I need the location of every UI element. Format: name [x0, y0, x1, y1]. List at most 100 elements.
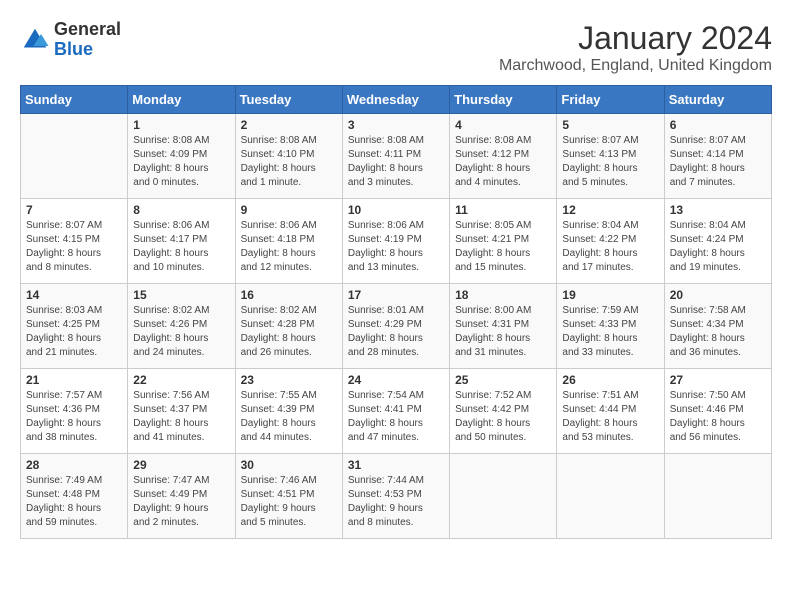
day-info: Sunrise: 7:50 AM Sunset: 4:46 PM Dayligh…	[670, 389, 766, 445]
calendar-cell	[450, 454, 557, 539]
day-info: Sunrise: 7:58 AM Sunset: 4:34 PM Dayligh…	[670, 304, 766, 360]
day-info: Sunrise: 8:07 AM Sunset: 4:14 PM Dayligh…	[670, 134, 766, 190]
day-number: 2	[241, 118, 337, 132]
day-number: 13	[670, 203, 766, 217]
calendar-cell: 15Sunrise: 8:02 AM Sunset: 4:26 PM Dayli…	[128, 284, 235, 369]
day-number: 8	[133, 203, 229, 217]
logo-blue: Blue	[54, 39, 93, 59]
day-info: Sunrise: 7:51 AM Sunset: 4:44 PM Dayligh…	[562, 389, 658, 445]
day-number: 14	[26, 288, 122, 302]
header-day: Thursday	[450, 86, 557, 114]
main-title: January 2024	[499, 20, 772, 57]
day-info: Sunrise: 7:47 AM Sunset: 4:49 PM Dayligh…	[133, 474, 229, 530]
day-number: 1	[133, 118, 229, 132]
day-number: 12	[562, 203, 658, 217]
day-info: Sunrise: 8:05 AM Sunset: 4:21 PM Dayligh…	[455, 219, 551, 275]
day-number: 18	[455, 288, 551, 302]
day-info: Sunrise: 8:08 AM Sunset: 4:10 PM Dayligh…	[241, 134, 337, 190]
day-number: 22	[133, 373, 229, 387]
calendar-cell: 6Sunrise: 8:07 AM Sunset: 4:14 PM Daylig…	[664, 114, 771, 199]
calendar-week-row: 14Sunrise: 8:03 AM Sunset: 4:25 PM Dayli…	[21, 284, 772, 369]
logo: General Blue	[20, 20, 121, 60]
calendar-cell: 2 Sunrise: 8:08 AM Sunset: 4:10 PM Daylig…	[235, 114, 342, 199]
calendar-cell: 29 Sunrise: 7:47 AM Sunset: 4:49 PM Dayli…	[128, 454, 235, 539]
calendar-header: SundayMondayTuesdayWednesdayThursdayFrid…	[21, 86, 772, 114]
header-day: Sunday	[21, 86, 128, 114]
day-number: 27	[670, 373, 766, 387]
calendar-cell: 10 Sunrise: 8:06 AM Sunset: 4:19 PM Dayli…	[342, 199, 449, 284]
calendar-cell: 7 Sunrise: 8:07 AM Sunset: 4:15 PM Daylig…	[21, 199, 128, 284]
calendar-cell: 11 Sunrise: 8:05 AM Sunset: 4:21 PM Dayli…	[450, 199, 557, 284]
calendar-week-row: 7 Sunrise: 8:07 AM Sunset: 4:15 PM Daylig…	[21, 199, 772, 284]
day-number: 16	[241, 288, 337, 302]
header-day: Tuesday	[235, 86, 342, 114]
day-info: Sunrise: 8:04 AM Sunset: 4:22 PM Dayligh…	[562, 219, 658, 275]
calendar-body: 1 Sunrise: 8:08 AM Sunset: 4:09 PM Daylig…	[21, 114, 772, 539]
calendar-cell: 28 Sunrise: 7:49 AM Sunset: 4:48 PM Dayli…	[21, 454, 128, 539]
day-info: Sunrise: 7:46 AM Sunset: 4:51 PM Dayligh…	[241, 474, 337, 530]
day-number: 29	[133, 458, 229, 472]
calendar-cell: 17 Sunrise: 8:01 AM Sunset: 4:29 PM Dayli…	[342, 284, 449, 369]
day-info: Sunrise: 7:57 AM Sunset: 4:36 PM Dayligh…	[26, 389, 122, 445]
day-number: 31	[348, 458, 444, 472]
header-day: Wednesday	[342, 86, 449, 114]
calendar-cell: 25Sunrise: 7:52 AM Sunset: 4:42 PM Dayli…	[450, 369, 557, 454]
calendar-cell: 13Sunrise: 8:04 AM Sunset: 4:24 PM Dayli…	[664, 199, 771, 284]
calendar-cell: 31 Sunrise: 7:44 AM Sunset: 4:53 PM Dayli…	[342, 454, 449, 539]
calendar-cell: 18 Sunrise: 8:00 AM Sunset: 4:31 PM Dayli…	[450, 284, 557, 369]
day-number: 15	[133, 288, 229, 302]
logo-icon	[20, 25, 50, 55]
calendar-cell: 9Sunrise: 8:06 AM Sunset: 4:18 PM Daylig…	[235, 199, 342, 284]
header-day: Friday	[557, 86, 664, 114]
day-number: 21	[26, 373, 122, 387]
day-info: Sunrise: 7:56 AM Sunset: 4:37 PM Dayligh…	[133, 389, 229, 445]
day-info: Sunrise: 8:08 AM Sunset: 4:11 PM Dayligh…	[348, 134, 444, 190]
day-info: Sunrise: 8:08 AM Sunset: 4:09 PM Dayligh…	[133, 134, 229, 190]
day-info: Sunrise: 7:49 AM Sunset: 4:48 PM Dayligh…	[26, 474, 122, 530]
day-info: Sunrise: 7:52 AM Sunset: 4:42 PM Dayligh…	[455, 389, 551, 445]
day-number: 9	[241, 203, 337, 217]
day-number: 7	[26, 203, 122, 217]
logo-text: General Blue	[54, 20, 121, 60]
day-number: 30	[241, 458, 337, 472]
day-number: 3	[348, 118, 444, 132]
day-info: Sunrise: 8:08 AM Sunset: 4:12 PM Dayligh…	[455, 134, 551, 190]
day-number: 28	[26, 458, 122, 472]
calendar-cell: 12 Sunrise: 8:04 AM Sunset: 4:22 PM Dayli…	[557, 199, 664, 284]
calendar-week-row: 28 Sunrise: 7:49 AM Sunset: 4:48 PM Dayli…	[21, 454, 772, 539]
day-info: Sunrise: 8:02 AM Sunset: 4:28 PM Dayligh…	[241, 304, 337, 360]
day-info: Sunrise: 7:44 AM Sunset: 4:53 PM Dayligh…	[348, 474, 444, 530]
day-info: Sunrise: 7:59 AM Sunset: 4:33 PM Dayligh…	[562, 304, 658, 360]
day-info: Sunrise: 8:06 AM Sunset: 4:19 PM Dayligh…	[348, 219, 444, 275]
calendar-week-row: 21 Sunrise: 7:57 AM Sunset: 4:36 PM Dayli…	[21, 369, 772, 454]
day-number: 17	[348, 288, 444, 302]
calendar-cell: 1 Sunrise: 8:08 AM Sunset: 4:09 PM Daylig…	[128, 114, 235, 199]
day-info: Sunrise: 8:00 AM Sunset: 4:31 PM Dayligh…	[455, 304, 551, 360]
calendar-cell: 24 Sunrise: 7:54 AM Sunset: 4:41 PM Dayli…	[342, 369, 449, 454]
day-info: Sunrise: 8:01 AM Sunset: 4:29 PM Dayligh…	[348, 304, 444, 360]
day-info: Sunrise: 8:06 AM Sunset: 4:17 PM Dayligh…	[133, 219, 229, 275]
calendar-cell: 30 Sunrise: 7:46 AM Sunset: 4:51 PM Dayli…	[235, 454, 342, 539]
calendar-cell: 21 Sunrise: 7:57 AM Sunset: 4:36 PM Dayli…	[21, 369, 128, 454]
calendar-cell: 16 Sunrise: 8:02 AM Sunset: 4:28 PM Dayli…	[235, 284, 342, 369]
day-number: 24	[348, 373, 444, 387]
day-info: Sunrise: 8:07 AM Sunset: 4:15 PM Dayligh…	[26, 219, 122, 275]
calendar-cell: 5Sunrise: 8:07 AM Sunset: 4:13 PM Daylig…	[557, 114, 664, 199]
calendar-cell: 27 Sunrise: 7:50 AM Sunset: 4:46 PM Dayli…	[664, 369, 771, 454]
title-block: January 2024 Marchwood, England, United …	[499, 20, 772, 75]
calendar-table: SundayMondayTuesdayWednesdayThursdayFrid…	[20, 85, 772, 539]
day-info: Sunrise: 7:54 AM Sunset: 4:41 PM Dayligh…	[348, 389, 444, 445]
day-number: 23	[241, 373, 337, 387]
day-number: 4	[455, 118, 551, 132]
calendar-week-row: 1 Sunrise: 8:08 AM Sunset: 4:09 PM Daylig…	[21, 114, 772, 199]
day-info: Sunrise: 7:55 AM Sunset: 4:39 PM Dayligh…	[241, 389, 337, 445]
header: General Blue January 2024 Marchwood, Eng…	[20, 20, 772, 75]
header-row: SundayMondayTuesdayWednesdayThursdayFrid…	[21, 86, 772, 114]
calendar-cell: 19Sunrise: 7:59 AM Sunset: 4:33 PM Dayli…	[557, 284, 664, 369]
day-number: 10	[348, 203, 444, 217]
header-day: Saturday	[664, 86, 771, 114]
logo-general: General	[54, 19, 121, 39]
day-number: 11	[455, 203, 551, 217]
day-info: Sunrise: 8:07 AM Sunset: 4:13 PM Dayligh…	[562, 134, 658, 190]
calendar-cell	[664, 454, 771, 539]
